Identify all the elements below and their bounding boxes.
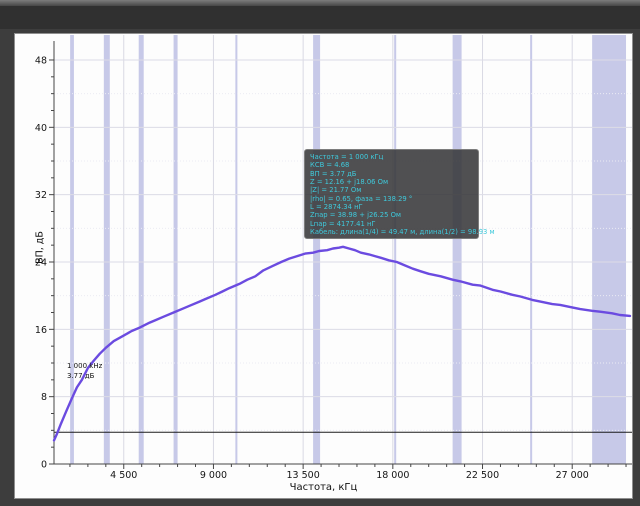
x-tick-label: 4 500 (110, 470, 137, 481)
y-tick-label: 32 (35, 190, 47, 201)
x-tick-label: 13 500 (287, 470, 320, 481)
tooltip-impedance-mod: |Z| = 21.77 Ом (310, 186, 473, 194)
frequency-band (104, 35, 110, 464)
tooltip-rho: |rho| = 0.65, фаза = 138.29 ° (310, 195, 473, 203)
y-tick-label: 48 (35, 55, 47, 66)
tab-label: Смит (0, 10, 7, 29)
tooltip-l-parallel: Lпар = 4177.41 нГ (310, 220, 473, 228)
y-tick-label: 16 (35, 325, 47, 336)
x-axis-title: Частота, кГц (15, 482, 632, 493)
chart-tab-bar: КСВ Фаза Z=R+jX Z=R||+jX ВП Рефлектометр… (0, 6, 640, 29)
tab-label: Рефлектометр (0, 10, 11, 29)
tooltip-swr: КСВ = 4.68 (310, 161, 473, 169)
x-tick-label: 27 000 (556, 470, 589, 481)
tab-label: КСВ (7, 10, 31, 29)
measurement-tooltip: Частота = 1 000 кГц КСВ = 4.68 ВП = 3.77… (304, 149, 479, 239)
frequency-band (235, 35, 237, 464)
marker-value: 3.77 дБ (67, 371, 102, 381)
frequency-band (592, 35, 626, 464)
tab-label: Z=R+jX (0, 10, 23, 29)
chart-panel: 0816243240484 5009 00013 50018 00022 500… (14, 33, 633, 499)
tooltip-return-loss: ВП = 3.77 дБ (310, 170, 473, 178)
x-tick-label: 22 500 (466, 470, 499, 481)
frequency-band (174, 35, 178, 464)
vp-chart-plot[interactable]: 0816243240484 5009 00013 50018 00022 500… (15, 34, 632, 498)
tooltip-frequency: Частота = 1 000 кГц (310, 153, 473, 161)
tab-label: Фаза (3, 10, 27, 29)
frequency-band (453, 35, 462, 464)
x-tick-label: 18 000 (376, 470, 409, 481)
y-tick-label: 0 (41, 460, 47, 471)
y-tick-label: 8 (41, 392, 47, 403)
cursor-marker-label: 1 000 kHz 3.77 дБ (67, 361, 102, 381)
y-axis-title: ВП, дБ (35, 228, 46, 268)
marker-frequency: 1 000 kHz (67, 361, 102, 371)
frequency-band (530, 35, 532, 464)
tooltip-impedance: Z = 12.16 + j18.06 Ом (310, 178, 473, 186)
tooltip-z-parallel: Zпар = 38.98 + j26.25 Ом (310, 211, 473, 219)
tab-label: ВП (0, 10, 15, 29)
frequency-band (139, 35, 144, 464)
frequency-band (394, 35, 396, 464)
tooltip-inductance: L = 2874.34 нГ (310, 203, 473, 211)
tooltip-cable: Кабель: длина(1/4) = 49.47 м, длина(1/2)… (310, 228, 473, 236)
y-tick-label: 40 (35, 123, 47, 134)
frequency-band (313, 35, 320, 464)
tab-label: Z=R||+jX (0, 10, 19, 29)
x-tick-label: 9 000 (200, 470, 227, 481)
